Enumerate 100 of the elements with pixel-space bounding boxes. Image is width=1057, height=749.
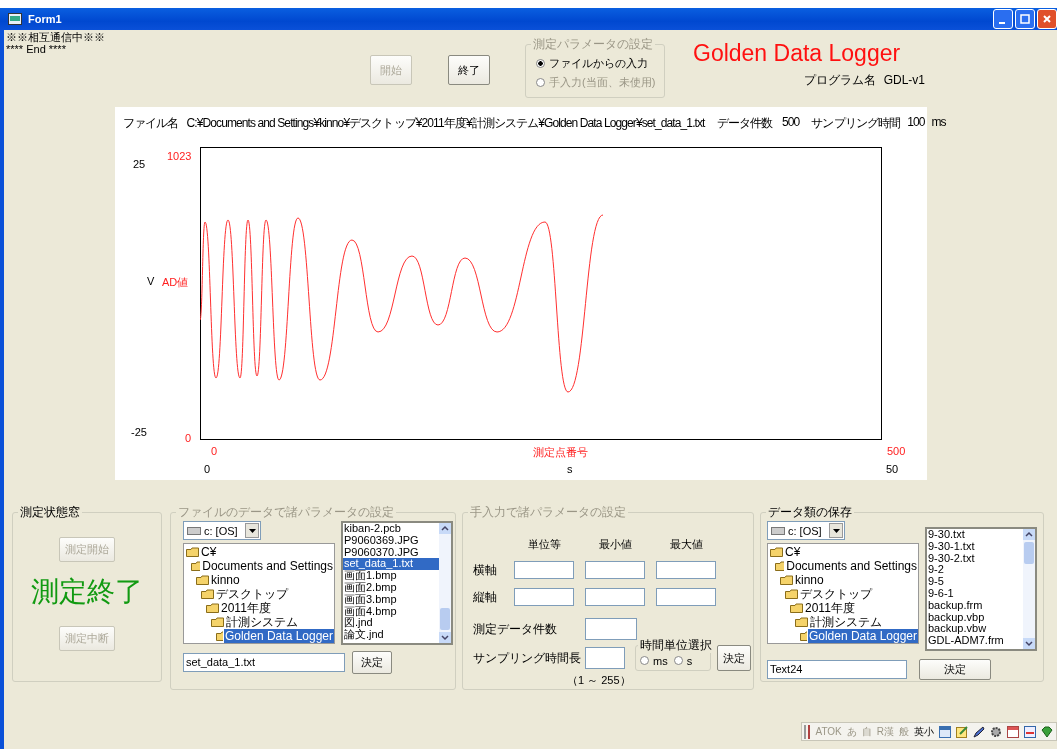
dropdown-button[interactable] [245,523,259,538]
up-arrow-icon[interactable] [1023,529,1035,540]
command-button[interactable]: 終了 [448,55,490,85]
axis-label: V [147,275,155,287]
group-label: 手入力で諸パラメータの設定 [468,505,628,520]
radio-label: s [686,654,693,667]
window-icon[interactable] [939,725,951,738]
status-text: 測定終了 [31,575,143,609]
scroll-thumb[interactable] [1024,542,1034,564]
file-item[interactable]: backup.frm [927,599,1023,612]
file-label: ファイル名 [123,115,179,132]
file-item[interactable]: backup.vbp [927,611,1023,624]
axis-label: 500 [887,445,906,457]
input-field[interactable] [585,588,645,606]
input-field[interactable] [585,618,637,640]
drive-dropdown[interactable]: c: [OS] [767,521,845,540]
input-field[interactable] [585,561,645,579]
window-icon [8,13,22,25]
file-item[interactable]: 9-30-1.txt [927,540,1023,553]
axis-label: 0 [204,463,211,475]
caret-icon [248,528,256,533]
column-header: 単位等 [526,537,562,552]
folder-item[interactable]: デスクトップ [799,587,873,601]
folder-icon [206,603,219,613]
pen-icon[interactable] [973,725,985,738]
axis-name: 縦軸 [473,588,498,606]
program-value: GDL-v1 [883,73,925,87]
folder-icon [785,589,798,599]
folder-item[interactable]: Golden Data Logger [807,629,918,643]
input-field[interactable] [656,561,716,579]
input-field[interactable] [585,647,625,669]
minimize-icon [998,22,1005,24]
folder-icon [191,561,201,571]
folder-icon [186,547,199,557]
program-label: プログラム名 [803,72,876,89]
axis-label: 50 [886,463,899,475]
folder-icon [770,547,783,557]
close-icon [1042,14,1052,24]
folder-icon [775,561,785,571]
group-label: ファイルのデータで諸パラメータの設定 [176,505,396,520]
filename-field[interactable]: Text24 [767,660,907,679]
file-item[interactable]: 9-30.txt [927,529,1023,541]
count-value: 500 [782,115,800,131]
file-item[interactable]: 9-30-2.txt [927,552,1023,565]
group-label: 時間単位選択 [638,638,714,653]
folder-item[interactable]: kinno [794,573,825,587]
dropdown-button[interactable] [829,523,843,538]
ime-mode-button[interactable]: 英小 [914,724,934,739]
ok-button[interactable]: 決定 [919,659,991,680]
input-field[interactable] [514,561,574,579]
sampling-unit: ms [931,115,946,131]
file-item[interactable]: 9-6-1 [927,588,1023,600]
gear-icon[interactable] [990,725,1002,738]
axis-label: s [567,463,573,475]
file-item[interactable]: backup.vbw [927,623,1023,636]
file-item[interactable]: GDL-ADM7.frm [927,635,1023,647]
count-label: データ件数 [716,115,773,132]
folder-item[interactable]: 2011年度 [804,601,856,615]
column-header: 最大値 [668,537,704,552]
scrollbar[interactable] [1023,529,1035,649]
axis-name: 横軸 [473,561,498,579]
minimize-button[interactable] [993,9,1013,29]
down-arrow-icon[interactable] [1023,638,1035,649]
folder-item[interactable]: C¥ [784,545,802,559]
field-label: サンプリング時間長 [473,649,582,667]
radio-label: ファイルからの入力 [549,56,648,71]
input-field[interactable] [656,588,716,606]
axis-label: 1023 [167,150,192,162]
folder-item[interactable]: Documents and Settings [785,559,918,573]
maximize-icon [1020,14,1030,24]
gem-icon[interactable] [1041,725,1053,738]
window-title: Form1 [28,13,62,25]
folder-icon [201,589,214,599]
up-arrow-icon[interactable] [439,523,451,534]
input-field[interactable] [514,588,574,606]
status-text: ※※相互通信中※※ [6,31,106,43]
group-label: 測定状態窓 [18,505,82,520]
folder-icon [795,617,808,627]
folder-item[interactable]: 計測システム [809,615,883,629]
note-icon[interactable] [956,725,968,738]
file-path: C:¥Documents and Settings¥kinno¥デスクトップ¥2011年度¥計測システム¥Golden Data Logger¥set_data_1.txt [186,115,705,132]
group-label: 測定パラメータの設定 [531,37,655,52]
maximize-button[interactable] [1015,9,1035,29]
file-item[interactable]: 9-2 [927,564,1023,577]
axis-label: -25 [131,426,147,438]
group-label: データ類の保存 [766,505,854,520]
axis-label: 25 [133,158,146,170]
close-button[interactable] [1037,9,1057,29]
file-item[interactable]: 9-5 [927,576,1023,588]
toolbar-grip[interactable] [804,724,811,739]
caret-icon [832,528,840,533]
down-arrow-icon[interactable] [439,632,451,643]
calendar-icon[interactable] [1007,725,1019,738]
scroll-thumb[interactable] [440,608,450,630]
range-hint: （1 ～ 255） [567,673,632,688]
window-icon[interactable] [1024,725,1036,738]
scrollbar[interactable] [439,523,451,643]
folder-icon [780,575,793,585]
radio-label: 手入力(当面、未使用) [549,75,656,90]
column-header: 最小値 [597,537,633,552]
